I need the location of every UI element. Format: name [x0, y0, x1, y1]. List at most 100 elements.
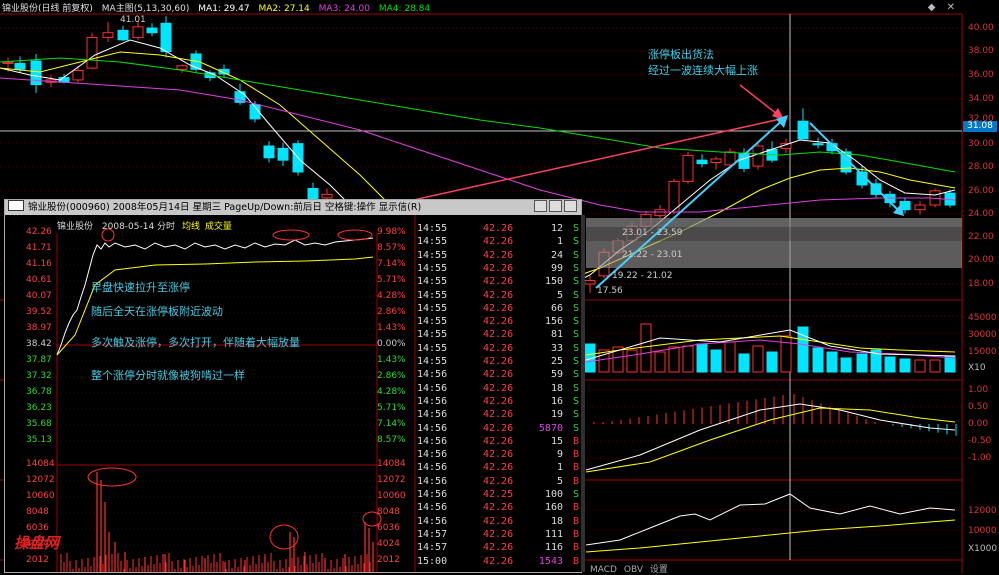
ma2-value: MA2: 27.14	[258, 4, 310, 14]
intraday-axis-label: 38.97	[26, 323, 52, 333]
tick-time: 14:56	[417, 462, 448, 474]
tab-obv[interactable]: OBV	[624, 565, 643, 575]
tick-volume: 9	[556, 449, 563, 461]
intraday-note-2: 随后全天在涨停板附近波动	[91, 305, 223, 318]
intraday-axis-label: 36.78	[26, 387, 52, 397]
tick-time: 14:55	[417, 316, 448, 328]
tick-direction: S	[572, 276, 579, 288]
popup-titlebar[interactable]: 锦业股份(000960) 2008年05月14日 星期三 PageUp/Down…	[5, 200, 581, 215]
tick-volume: 160	[544, 502, 563, 514]
avg-legend: 均线	[181, 222, 200, 232]
ma3-value: MA3: 24.00	[318, 4, 370, 14]
tick-direction: S	[572, 342, 579, 354]
highlight-circle	[87, 467, 137, 487]
candle	[696, 159, 708, 165]
axis-label: -1.00	[968, 453, 992, 463]
intraday-axis-label: 2012	[377, 555, 400, 565]
tab-macd[interactable]: MACD	[590, 565, 617, 575]
range-label: 23.01 - 23.59	[622, 228, 683, 238]
tick-volume: 15	[550, 435, 563, 447]
popup-title-text: 锦业股份(000960) 2008年05月14日 星期三 PageUp/Down…	[28, 202, 422, 213]
axis-label: 28.00	[968, 162, 994, 172]
tick-direction: S	[572, 422, 579, 434]
tick-volume: 33	[550, 342, 563, 354]
range-label: 21.22 - 23.01	[622, 250, 683, 260]
volume-bar	[696, 343, 708, 373]
tick-scrollbar[interactable]	[581, 215, 585, 572]
volume-bar	[840, 357, 852, 373]
stock-title: 锦业股份(日线 前复权)	[2, 4, 93, 14]
tick-time: 14:55	[417, 262, 448, 274]
volume-axis: 45000 30000 15000 X10	[962, 300, 999, 380]
tick-row: 14:56 42.26 19 S	[417, 408, 581, 421]
tick-volume: 99	[550, 262, 563, 274]
candle	[132, 26, 144, 38]
intraday-axis-label: 35.68	[26, 419, 52, 429]
tick-time: 14:55	[417, 342, 448, 354]
obv-axis: 12000 10000 X1000	[962, 480, 999, 560]
tick-time: 14:56	[417, 409, 448, 421]
axis-label: 18.00	[968, 279, 994, 289]
candle	[584, 280, 596, 285]
tick-price: 42.26	[483, 409, 514, 421]
tick-row: 14:55 42.26 66 S	[417, 302, 581, 315]
tick-volume: 100	[544, 489, 563, 500]
volume-bar	[668, 346, 680, 373]
tick-time: 14:56	[417, 422, 448, 434]
tick-row: 14:56 42.26 18 B	[417, 515, 581, 528]
tick-row: 14:56 42.26 59 S	[417, 368, 581, 381]
intraday-axis-label: 10060	[377, 491, 406, 501]
tick-row: 14:56 42.26 160 B	[417, 501, 581, 514]
tick-price: 42.25	[483, 489, 514, 500]
intraday-axis-label: 2.86%	[377, 307, 406, 317]
axis-label: 0.00	[968, 419, 989, 429]
tick-time: 14:55	[417, 236, 448, 248]
price-range-band	[586, 218, 962, 227]
volume-bar	[738, 353, 750, 373]
maximize-icon[interactable]	[549, 200, 562, 212]
tick-row: 15:00 42.26 1543 B	[417, 555, 581, 568]
close-icon[interactable]: ✕	[947, 2, 955, 13]
intraday-popup[interactable]: 锦业股份(000960) 2008年05月14日 星期三 PageUp/Down…	[4, 199, 585, 573]
tick-direction: B	[572, 502, 579, 514]
tick-time: 14:56	[417, 382, 448, 394]
tick-time: 14:56	[417, 395, 448, 407]
app-icon	[8, 200, 24, 211]
tick-direction: S	[572, 356, 579, 367]
tick-time: 14:57	[417, 528, 448, 540]
intraday-axis-label: 12072	[377, 475, 406, 485]
close-icon[interactable]	[564, 200, 577, 212]
ma60-line	[0, 77, 956, 213]
volume-bar	[626, 349, 638, 373]
tick-time: 14:56	[417, 515, 448, 527]
intraday-axis-label: 1.43%	[377, 323, 406, 333]
axis-label: 15000	[968, 347, 997, 357]
axis-label: 10000	[968, 526, 997, 536]
tick-volume: 18	[550, 515, 563, 527]
tick-direction: S	[572, 409, 579, 421]
intraday-axis-label: 10060	[26, 491, 55, 501]
candle	[263, 145, 275, 159]
tick-volume: 59	[550, 369, 563, 381]
tick-price: 42.26	[483, 528, 514, 540]
indicator-name[interactable]: MA主图(5,13,30,60)	[102, 4, 190, 14]
tick-row: 14:56 42.26 5 B	[417, 475, 581, 488]
tick-direction: B	[572, 449, 579, 461]
tick-price: 42.26	[483, 302, 514, 314]
intraday-axis-label: 4.28%	[377, 387, 406, 397]
intraday-axis-label: 4.28%	[377, 291, 406, 301]
tick-direction: S	[572, 395, 579, 407]
current-price-tag: 31.08	[963, 121, 997, 132]
macd-dea-line	[585, 407, 956, 473]
tick-time: 14:55	[417, 329, 448, 341]
intraday-axis-label: 1.43%	[377, 355, 406, 365]
minimize-icon[interactable]	[534, 200, 547, 212]
tick-row: 14:55 42.26 24 S	[417, 249, 581, 262]
popup-controls	[532, 200, 577, 215]
tick-volume: 1	[556, 236, 563, 248]
ma30-line	[0, 57, 956, 173]
tab-settings[interactable]: 设置	[650, 565, 668, 575]
obv-line	[585, 493, 956, 546]
tick-time: 14:55	[417, 356, 448, 367]
diamond-icon[interactable]: ◆	[928, 2, 936, 13]
